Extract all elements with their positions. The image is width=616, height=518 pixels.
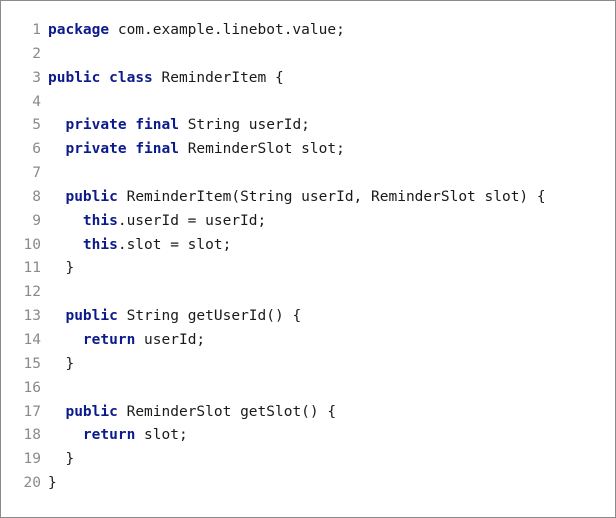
- code-line: 12: [1, 281, 615, 305]
- code-line: 15 }: [1, 353, 615, 377]
- code-token: }: [48, 475, 57, 492]
- code-block: 1 package com.example.linebot.value; 2 3 pub…: [1, 19, 615, 496]
- code-line: 4: [1, 91, 615, 115]
- code-text: return userId;: [48, 329, 205, 353]
- line-number: 14: [23, 331, 41, 348]
- code-text: public class ReminderItem {: [48, 67, 284, 91]
- code-token: ReminderSlot getSlot() {: [117, 403, 337, 420]
- code-line: 11 }: [1, 257, 615, 281]
- code-line: 5 private final String userId;: [1, 114, 615, 138]
- code-keyword: private: [65, 117, 127, 134]
- code-text: private final String userId;: [48, 114, 310, 138]
- code-line: 17 public ReminderSlot getSlot() {: [1, 401, 615, 425]
- line-number: 6: [32, 141, 41, 158]
- line-number: 7: [32, 165, 41, 182]
- code-keyword: class: [109, 69, 153, 86]
- code-line: 2: [1, 43, 615, 67]
- code-token: }: [48, 260, 75, 277]
- code-keyword: public: [65, 188, 118, 205]
- line-number: 9: [32, 212, 41, 229]
- code-text: }: [48, 448, 74, 472]
- code-keyword: this: [82, 236, 118, 253]
- code-keyword: public: [65, 403, 118, 420]
- line-number: 10: [23, 236, 41, 253]
- code-token: ReminderItem(String userId, ReminderSlot…: [117, 188, 546, 205]
- code-token: .userId = userId;: [117, 212, 267, 229]
- code-token: userId;: [135, 331, 206, 348]
- code-token: String userId;: [178, 117, 310, 134]
- code-keyword: this: [82, 212, 118, 229]
- code-text: public String getUserId() {: [48, 305, 301, 329]
- code-line: 19 }: [1, 448, 615, 472]
- line-number: 11: [23, 260, 41, 277]
- code-line: 18 return slot;: [1, 424, 615, 448]
- line-number: 20: [23, 475, 41, 492]
- code-line: 9 this.userId = userId;: [1, 210, 615, 234]
- code-text: }: [48, 257, 74, 281]
- code-text: }: [48, 353, 74, 377]
- code-line: 13 public String getUserId() {: [1, 305, 615, 329]
- code-token: ReminderItem {: [152, 69, 284, 86]
- line-number: 13: [23, 308, 41, 325]
- code-keyword: public: [65, 308, 118, 325]
- code-text: public ReminderItem(String userId, Remin…: [48, 186, 546, 210]
- code-text: this.userId = userId;: [48, 210, 266, 234]
- code-keyword: return: [82, 331, 136, 348]
- code-token: ReminderSlot slot;: [178, 141, 345, 158]
- line-number: 15: [23, 355, 41, 372]
- code-text: public ReminderSlot getSlot() {: [48, 401, 336, 425]
- code-token: }: [48, 451, 75, 468]
- line-number: 3: [32, 69, 41, 86]
- code-line: 8 public ReminderItem(String userId, Rem…: [1, 186, 615, 210]
- code-line: 1 package com.example.linebot.value;: [1, 19, 615, 43]
- code-token: .slot = slot;: [117, 236, 232, 253]
- code-text: private final ReminderSlot slot;: [48, 138, 345, 162]
- code-token: slot;: [135, 427, 188, 444]
- line-number: 12: [23, 284, 41, 301]
- code-text: return slot;: [48, 424, 188, 448]
- code-keyword: final: [135, 141, 179, 158]
- line-number: 19: [23, 451, 41, 468]
- line-number: 2: [32, 45, 41, 62]
- code-token: com.example.linebot.value;: [109, 22, 345, 38]
- line-number: 5: [32, 117, 41, 134]
- line-number: 17: [23, 403, 41, 420]
- code-text: }: [48, 472, 57, 496]
- line-number: 16: [23, 379, 41, 396]
- code-line: 10 this.slot = slot;: [1, 234, 615, 258]
- code-line: 16: [1, 377, 615, 401]
- code-keyword: package: [48, 22, 110, 38]
- code-keyword: final: [135, 117, 179, 134]
- code-snippet-frame: 1 package com.example.linebot.value; 2 3 pub…: [0, 0, 616, 518]
- line-number: 18: [23, 427, 41, 444]
- code-line: 6 private final ReminderSlot slot;: [1, 138, 615, 162]
- code-line: 7: [1, 162, 615, 186]
- code-keyword: public: [48, 69, 101, 86]
- code-text: package com.example.linebot.value;: [48, 19, 345, 43]
- code-line: 3 public class ReminderItem {: [1, 67, 615, 91]
- code-keyword: private: [65, 141, 127, 158]
- line-number: 8: [32, 188, 41, 205]
- code-text: this.slot = slot;: [48, 234, 231, 258]
- code-keyword: return: [82, 427, 136, 444]
- code-token: }: [48, 355, 75, 372]
- line-number: 4: [32, 93, 41, 110]
- code-token: String getUserId() {: [117, 308, 302, 325]
- code-line: 20}: [1, 472, 615, 496]
- code-line: 14 return userId;: [1, 329, 615, 353]
- line-number: 1: [32, 22, 41, 38]
